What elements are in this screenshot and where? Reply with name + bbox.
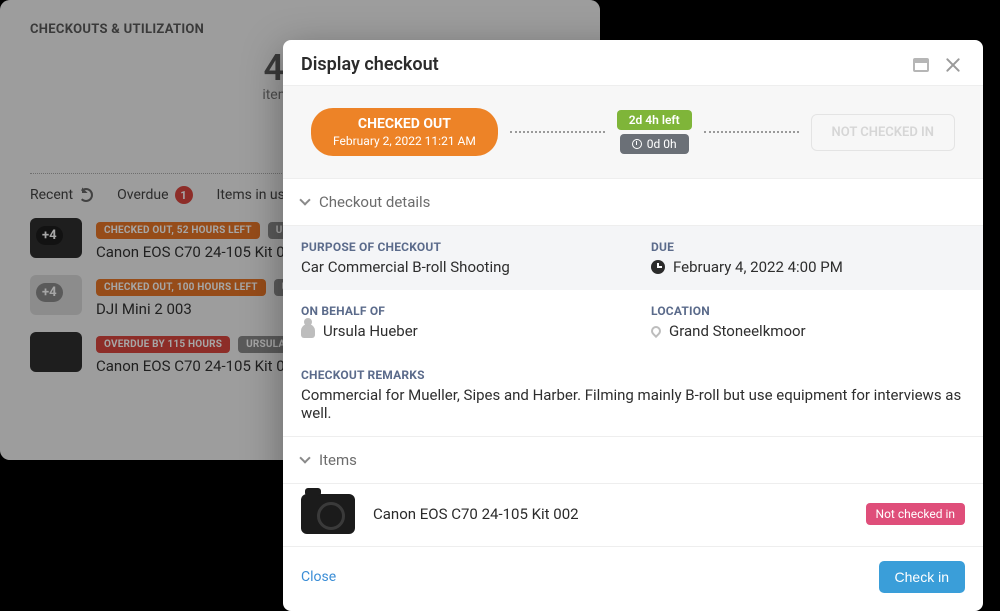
item-thumbnail <box>30 332 82 372</box>
behalf-value: Ursula Hueber <box>323 322 418 340</box>
item-thumbnail: +4 <box>30 218 82 258</box>
location-pin-icon <box>649 324 663 338</box>
minimize-icon[interactable] <box>913 58 929 72</box>
elapsed-text: 0d 0h <box>647 137 677 151</box>
section-title: Checkout details <box>319 193 430 211</box>
time-elapsed-pill: 0d 0h <box>620 134 689 154</box>
item-thumbnail <box>301 494 355 534</box>
modal-title: Display checkout <box>301 54 913 75</box>
purpose-label: PURPOSE OF CHECKOUT <box>301 240 615 254</box>
chevron-down-icon <box>299 452 310 463</box>
close-button[interactable]: Close <box>301 569 336 585</box>
timeline-middle: 2d 4h left 0d 0h <box>617 110 692 154</box>
location-value: Grand Stoneelkmoor <box>669 322 806 340</box>
due-value: February 4, 2022 4:00 PM <box>673 258 843 276</box>
overdue-count-badge: 1 <box>175 186 193 204</box>
checkout-timeline: CHECKED OUT February 2, 2022 11:21 AM 2d… <box>283 85 983 179</box>
checked-out-label: CHECKED OUT <box>333 116 476 132</box>
chevron-down-icon <box>299 194 310 205</box>
checked-out-badge: CHECKED OUT February 2, 2022 11:21 AM <box>311 108 498 156</box>
display-checkout-modal: Display checkout CHECKED OUT February 2,… <box>283 40 983 611</box>
remarks-value: Commercial for Mueller, Sipes and Harber… <box>301 386 965 422</box>
section-toggle-items[interactable]: Items <box>283 436 983 484</box>
location-label: LOCATION <box>651 304 965 318</box>
dashboard-title: CHECKOUTS & UTILIZATION <box>30 22 570 37</box>
checkout-item-row[interactable]: Canon EOS C70 24-105 Kit 002 Not checked… <box>283 484 983 536</box>
status-pill: OVERDUE BY 115 HOURS <box>96 336 230 353</box>
person-icon <box>301 324 315 338</box>
tab-recent[interactable]: Recent <box>30 187 93 203</box>
behalf-label: ON BEHALF OF <box>301 304 615 318</box>
section-title: Items <box>319 451 357 469</box>
clock-icon <box>632 139 642 149</box>
timeline-connector <box>704 131 799 133</box>
item-thumbnail: +4 <box>30 275 82 315</box>
section-toggle-details[interactable]: Checkout details <box>283 179 983 226</box>
purpose-value: Car Commercial B-roll Shooting <box>301 258 615 276</box>
tab-overdue[interactable]: Overdue 1 <box>117 186 192 204</box>
tab-label: Recent <box>30 187 73 203</box>
tab-label: Items in use <box>217 187 293 203</box>
item-status-badge: Not checked in <box>866 503 965 525</box>
remarks-label: CHECKOUT REMARKS <box>301 368 965 382</box>
close-icon[interactable] <box>945 57 961 73</box>
clock-icon <box>651 260 665 274</box>
refresh-icon <box>79 188 93 202</box>
count-badge: +4 <box>36 226 63 245</box>
timeline-connector <box>510 131 605 133</box>
not-checked-in-badge: NOT CHECKED IN <box>811 114 955 151</box>
checkout-details: PURPOSE OF CHECKOUT Car Commercial B-rol… <box>283 226 983 436</box>
status-pill: CHECKED OUT, 52 HOURS LEFT <box>96 222 260 239</box>
item-name: Canon EOS C70 24-105 Kit 002 <box>373 505 848 523</box>
status-pill: CHECKED OUT, 100 HOURS LEFT <box>96 279 266 296</box>
check-in-button[interactable]: Check in <box>879 561 965 593</box>
tab-label: Overdue <box>117 187 168 203</box>
due-label: DUE <box>651 240 965 254</box>
count-badge: +4 <box>36 283 63 302</box>
checked-out-time: February 2, 2022 11:21 AM <box>333 134 476 148</box>
time-remaining-pill: 2d 4h left <box>617 110 692 130</box>
